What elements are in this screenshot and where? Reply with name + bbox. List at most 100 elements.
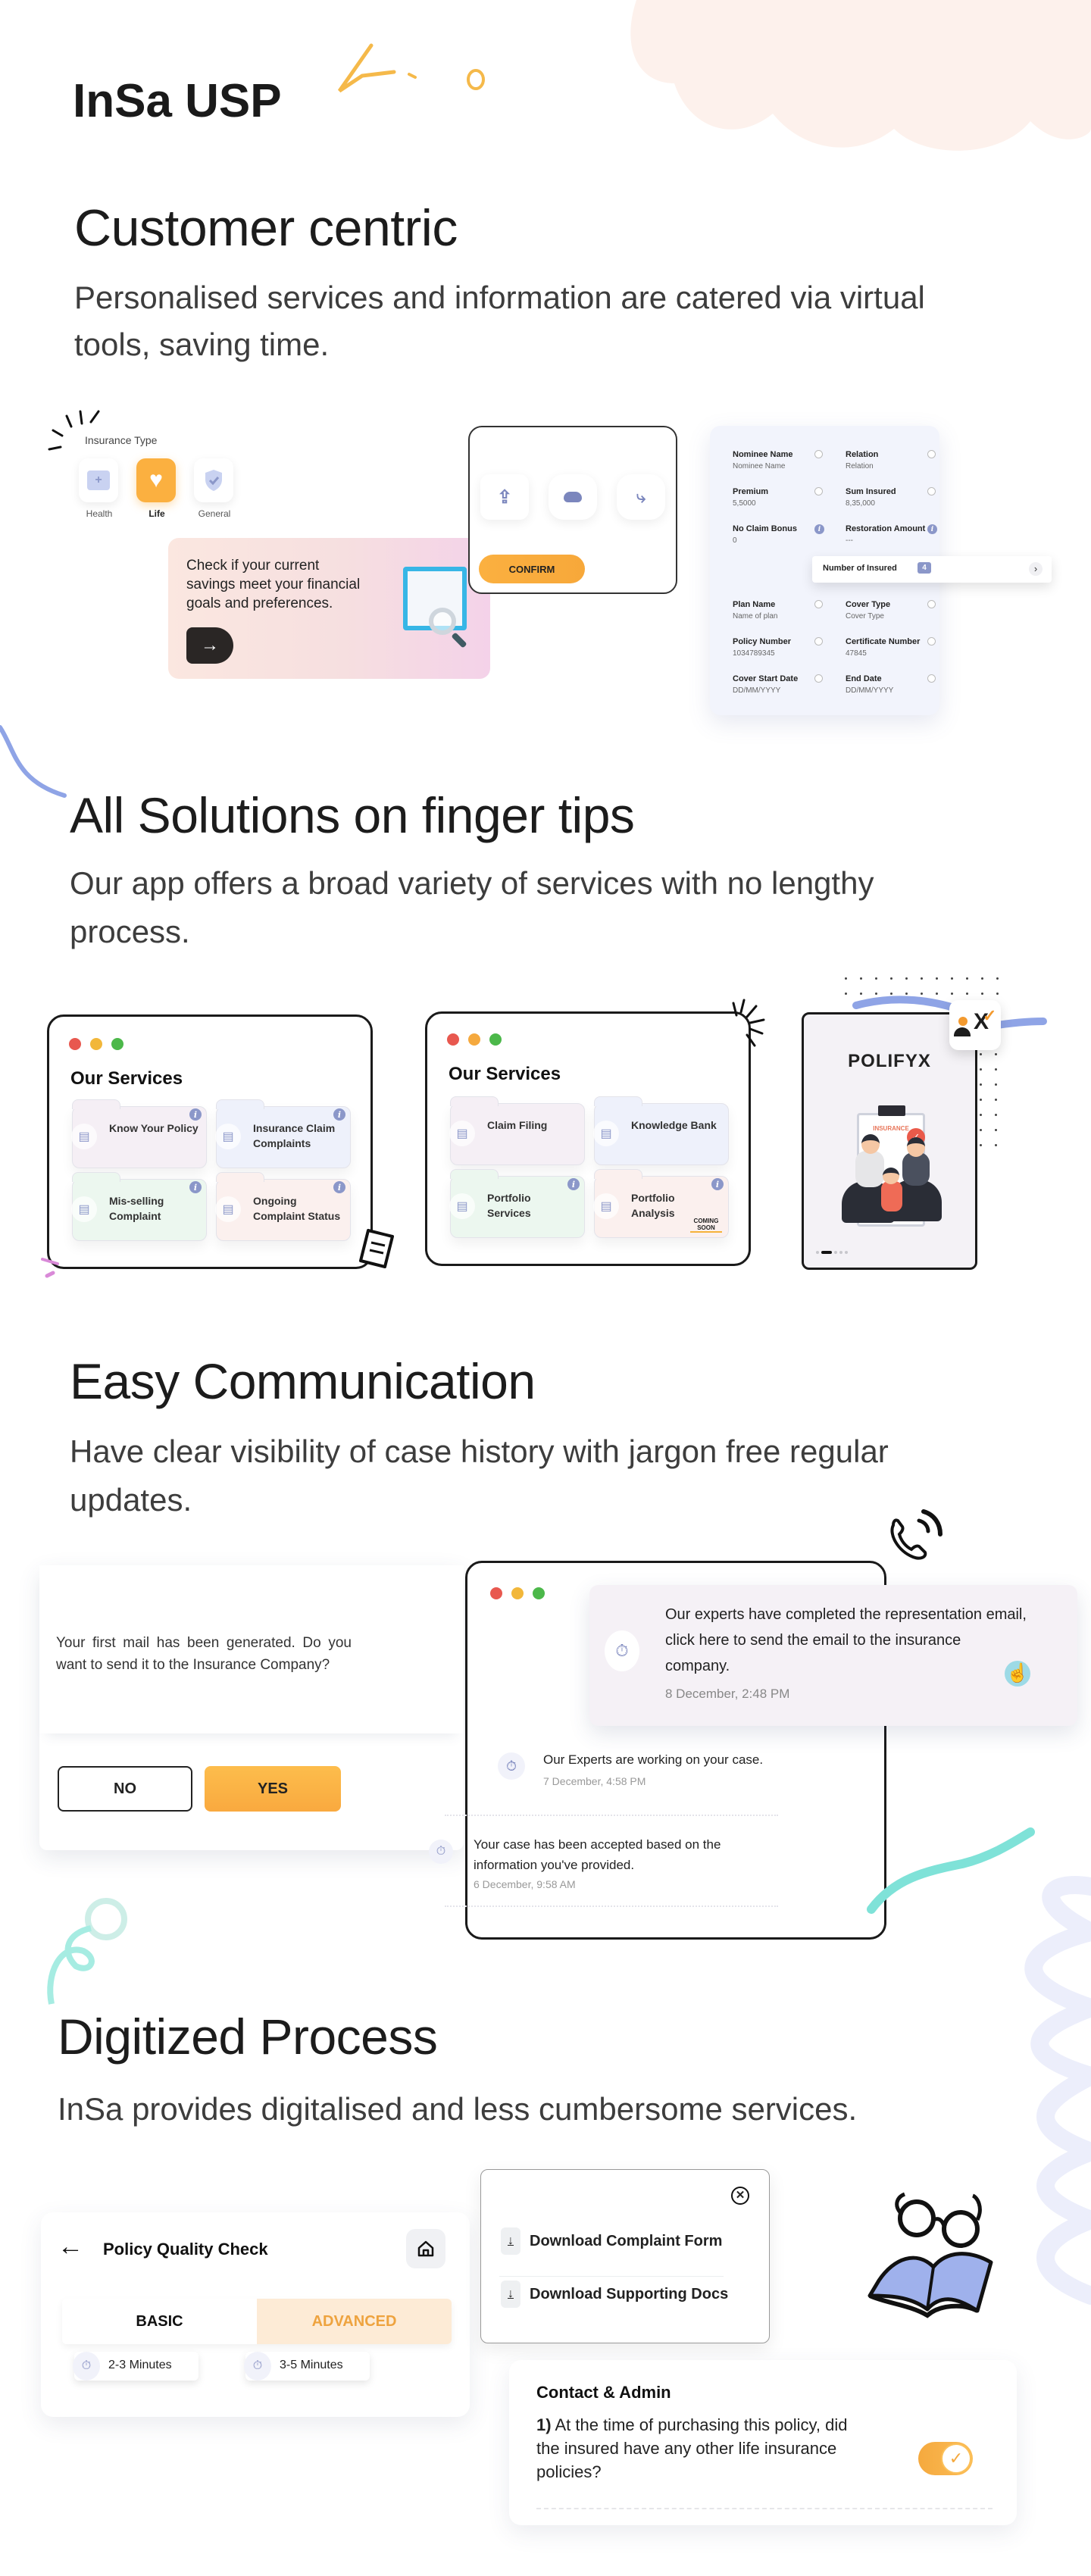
close-dot[interactable] — [69, 1038, 81, 1050]
confirm-button[interactable]: CONFIRM — [479, 555, 585, 583]
medical-kit-icon: + — [87, 470, 110, 490]
policy-field-value: Relation — [846, 462, 874, 470]
burst-lines-decoration — [732, 999, 765, 1047]
policy-field-value: DD/MM/YYYY — [733, 686, 781, 695]
maximize-dot[interactable] — [533, 1587, 545, 1599]
close-dot[interactable] — [490, 1587, 502, 1599]
download-documents-popup: ✕ ↓ Download Complaint Form ↓ Download S… — [480, 2169, 770, 2343]
service-tile[interactable]: ▤ Insurance Claim Complaints i — [215, 1099, 351, 1168]
service-tile[interactable]: ▤ Mis-selling Complaint i — [71, 1172, 207, 1241]
number-of-insured-row[interactable]: Number of Insured 4 › — [812, 556, 1052, 583]
policy-field: Certificate Number 47845 — [846, 637, 952, 658]
answer-toggle[interactable]: ✓ — [918, 2442, 973, 2475]
radio-button[interactable] — [814, 674, 823, 683]
savings-arrow-button[interactable]: → — [186, 627, 233, 664]
yes-button[interactable]: YES — [205, 1766, 341, 1812]
grid-dot — [995, 1144, 997, 1146]
service-tile[interactable]: ▤ Portfolio Services i — [449, 1169, 585, 1238]
service-tile[interactable]: ▤ Claim Filing — [449, 1096, 585, 1165]
app-icon-badge: X ✓ — [949, 1000, 1001, 1050]
radio-button[interactable] — [814, 487, 823, 496]
radio-button[interactable] — [927, 637, 936, 646]
service-label: Portfolio Analysis — [631, 1192, 675, 1219]
radio-button[interactable] — [927, 487, 936, 496]
info-icon[interactable]: i — [189, 1108, 202, 1121]
grid-dot — [875, 977, 877, 980]
policy-field-label: Relation — [846, 450, 879, 459]
policy-field: End Date DD/MM/YYYY — [846, 674, 952, 695]
minimize-dot[interactable] — [511, 1587, 524, 1599]
home-button[interactable] — [406, 2229, 445, 2268]
info-icon[interactable]: i — [567, 1178, 580, 1190]
message-time: 8 December, 2:48 PM — [665, 1687, 790, 1701]
pager-dot[interactable] — [834, 1251, 837, 1254]
radio-button[interactable] — [814, 450, 823, 458]
service-tile[interactable]: ▤ Knowledge Bank — [593, 1096, 729, 1165]
tab-advanced[interactable]: ADVANCED — [257, 2299, 452, 2344]
info-icon[interactable]: i — [189, 1181, 202, 1193]
back-arrow-icon[interactable]: ← — [58, 2234, 83, 2259]
insurance-option-life[interactable]: ♥ Life — [136, 458, 177, 519]
radio-button[interactable] — [927, 600, 936, 608]
download-label: Download Complaint Form — [530, 2232, 723, 2249]
maximize-dot[interactable] — [489, 1033, 502, 1046]
pager-dot[interactable] — [816, 1251, 819, 1254]
upload-option[interactable] — [549, 474, 597, 520]
bean-bag-icon — [564, 492, 582, 502]
service-tile[interactable]: ▤ Ongoing Complaint Status i — [215, 1172, 351, 1241]
stars-thumb-icon: ▤ — [593, 1121, 619, 1146]
pager-dot[interactable] — [845, 1251, 848, 1254]
divider — [499, 2276, 724, 2277]
insurance-option-general[interactable]: General — [194, 458, 235, 519]
minimize-dot[interactable] — [468, 1033, 480, 1046]
info-icon[interactable]: i — [333, 1108, 345, 1121]
message-text: Our experts have completed the represent… — [665, 1606, 1027, 1674]
upload-option[interactable]: ⇪ — [480, 474, 529, 520]
grid-dot — [980, 1068, 982, 1071]
check-icon: ✓ — [941, 2443, 971, 2474]
minimize-dot[interactable] — [90, 1038, 102, 1050]
savings-check-card[interactable]: Check if your current savings meet your … — [168, 538, 490, 679]
grid-dot — [980, 1144, 982, 1146]
grid-dot — [995, 1068, 997, 1071]
peach-cloud-decoration — [630, 0, 1091, 151]
maximize-dot[interactable] — [111, 1038, 123, 1050]
timeline-text: Your case has been accepted based on the… — [474, 1837, 721, 1872]
radio-button[interactable] — [927, 674, 936, 683]
radio-button[interactable] — [814, 637, 823, 646]
chevron-right-icon[interactable]: › — [1029, 562, 1043, 576]
upload-option[interactable]: ⤷ — [617, 474, 665, 520]
service-tile[interactable]: ▤ Portfolio Analysis i COMING SOON — [593, 1169, 729, 1238]
insurance-option-health[interactable]: + Health — [79, 458, 120, 519]
policy-field-value: 8,35,000 — [846, 499, 875, 508]
arrow-right-icon: → — [201, 635, 219, 655]
service-tile[interactable]: ▤ Know Your Policy i — [71, 1099, 207, 1168]
close-dot[interactable] — [447, 1033, 459, 1046]
stopwatch-icon: ⏱ — [429, 1840, 453, 1864]
info-icon[interactable]: i — [711, 1178, 724, 1190]
download-item[interactable]: ↓ Download Supporting Docs — [501, 2281, 728, 2308]
savings-check-text: Check if your current savings meet your … — [186, 558, 361, 611]
duration-chip-basic: ⏱ 2-3 Minutes — [73, 2352, 199, 2381]
download-item[interactable]: ↓ Download Complaint Form — [501, 2227, 722, 2255]
info-icon[interactable]: i — [333, 1181, 345, 1193]
radio-button[interactable] — [814, 600, 823, 608]
radio-button[interactable] — [927, 450, 936, 458]
grid-dot — [845, 977, 847, 980]
info-icon[interactable]: i — [927, 524, 937, 534]
close-icon[interactable]: ✕ — [731, 2187, 749, 2205]
grid-dot — [995, 1083, 997, 1086]
pager-dot[interactable] — [839, 1251, 842, 1254]
grid-dot — [860, 977, 862, 980]
policy-shield-icon: ▤ — [71, 1124, 97, 1149]
no-button[interactable]: NO — [58, 1766, 192, 1812]
insurance-type-label: Insurance Type — [85, 434, 158, 446]
pager-dot[interactable] — [821, 1251, 832, 1254]
info-icon[interactable]: i — [814, 524, 824, 534]
policy-field-value: DD/MM/YYYY — [846, 686, 894, 695]
shield-check-icon — [205, 470, 222, 491]
grid-dot — [905, 977, 908, 980]
services-heading: Our Services — [70, 1068, 183, 1089]
highlighted-message-card[interactable]: ⏱ Our experts have completed the represe… — [589, 1585, 1077, 1726]
tab-basic[interactable]: BASIC — [62, 2299, 257, 2344]
